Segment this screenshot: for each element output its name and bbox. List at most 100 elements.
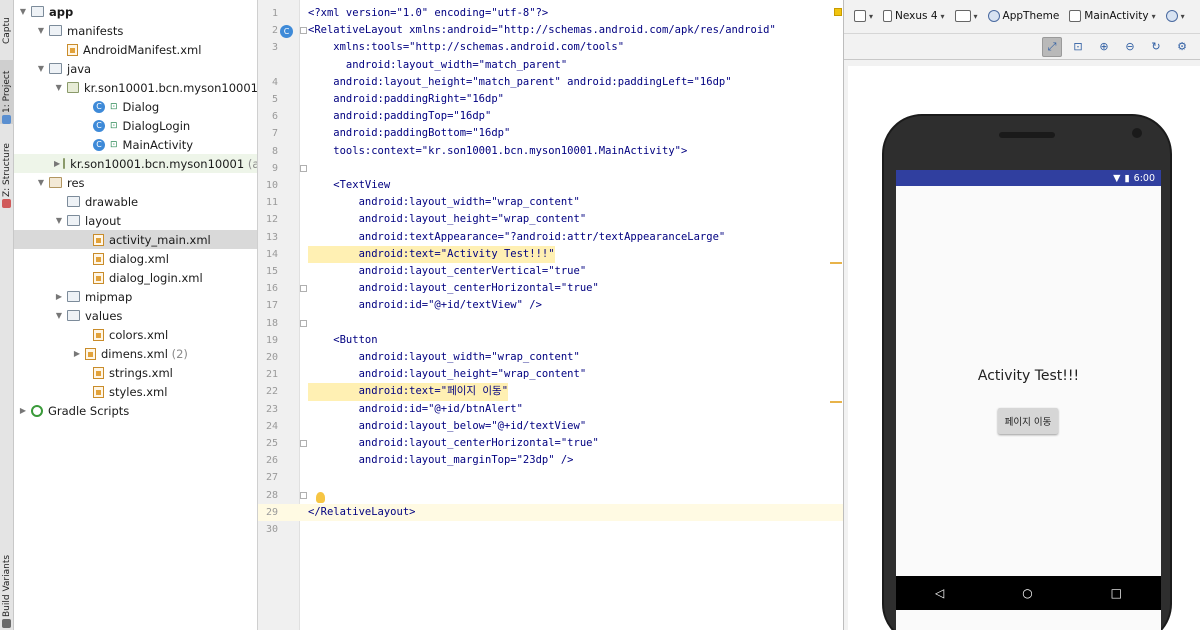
- recents-icon[interactable]: □: [1111, 586, 1122, 600]
- app-text-view[interactable]: Activity Test!!!: [896, 368, 1161, 384]
- lightbulb-icon[interactable]: [316, 492, 325, 503]
- tree-item-app[interactable]: ▼ app: [14, 2, 257, 21]
- warning-stripe-marker[interactable]: [830, 401, 842, 403]
- code-line[interactable]: 26 android:layout_marginTop="23dp" />: [258, 452, 843, 469]
- tree-item-dialoglogin[interactable]: C ⊡ DialogLogin: [14, 116, 257, 135]
- tree-item-gradle-scripts[interactable]: ▶ Gradle Scripts: [14, 401, 257, 420]
- code-line[interactable]: 23 android:id="@+id/btnAlert": [258, 401, 843, 418]
- expanded-arrow-icon[interactable]: ▼: [36, 178, 46, 187]
- code-line[interactable]: 25 android:layout_centerHorizontal="true…: [258, 435, 843, 452]
- locale-dropdown[interactable]: ▾: [1165, 10, 1185, 22]
- tree-item-package[interactable]: ▼ kr.son10001.bcn.myson10001: [14, 78, 257, 97]
- expanded-arrow-icon[interactable]: ▼: [18, 7, 28, 16]
- tree-item-styles[interactable]: styles.xml: [14, 382, 257, 401]
- code-line[interactable]: 10 <TextView: [258, 177, 843, 194]
- code-line[interactable]: 17 android:id="@+id/textView" />: [258, 297, 843, 314]
- code-line[interactable]: android:layout_width="match_parent": [258, 57, 843, 74]
- tree-item-layout[interactable]: ▼ layout: [14, 211, 257, 230]
- expanded-arrow-icon[interactable]: ▼: [54, 216, 64, 225]
- tab-project[interactable]: 1: Project: [0, 60, 14, 124]
- code-line[interactable]: 24 android:layout_below="@+id/textView": [258, 418, 843, 435]
- zoom-fit-icon[interactable]: ⤢: [1042, 36, 1062, 57]
- app-button[interactable]: 페이지 이동: [998, 408, 1058, 434]
- expanded-arrow-icon[interactable]: ▼: [36, 26, 46, 35]
- code-line[interactable]: 8 tools:context="kr.son10001.bcn.myson10…: [258, 143, 843, 160]
- fold-marker-icon[interactable]: [300, 164, 307, 172]
- line-number: 8: [271, 145, 278, 157]
- tree-item-dialog-xml[interactable]: dialog.xml: [14, 249, 257, 268]
- back-icon[interactable]: ◁: [935, 586, 944, 600]
- layout-variants-dropdown[interactable]: ▾: [854, 10, 873, 22]
- activity-dropdown[interactable]: MainActivity ▾: [1069, 10, 1156, 22]
- code-line[interactable]: 30: [258, 521, 843, 538]
- tab-structure[interactable]: Z: Structure: [0, 140, 14, 208]
- code-editor[interactable]: 1 <?xml version="1.0" encoding="utf-8"?> 2…: [258, 0, 843, 630]
- tree-item-manifests[interactable]: ▼ manifests: [14, 21, 257, 40]
- tree-item-drawable[interactable]: drawable: [14, 192, 257, 211]
- fold-marker-icon[interactable]: [300, 27, 307, 35]
- code-line[interactable]: 19 <Button: [258, 332, 843, 349]
- class-gutter-icon[interactable]: C: [280, 25, 293, 38]
- inspection-status-icon[interactable]: [834, 8, 842, 16]
- tree-item-dimens[interactable]: ▶ dimens.xml (2): [14, 344, 257, 363]
- tree-item-res[interactable]: ▼ res: [14, 173, 257, 192]
- collapsed-arrow-icon[interactable]: ▶: [72, 349, 82, 358]
- theme-button[interactable]: AppTheme: [987, 10, 1059, 22]
- tree-item-dialog-login-xml[interactable]: dialog_login.xml: [14, 268, 257, 287]
- code-line[interactable]: 7 android:paddingBottom="16dp": [258, 125, 843, 142]
- code-line[interactable]: 15 android:layout_centerVertical="true": [258, 263, 843, 280]
- tree-item-java[interactable]: ▼ java: [14, 59, 257, 78]
- tab-build-variants[interactable]: Build Variants: [0, 548, 14, 628]
- code-line[interactable]: 12 android:layout_height="wrap_content": [258, 211, 843, 228]
- line-number: 2: [271, 25, 278, 37]
- expanded-arrow-icon[interactable]: ▼: [54, 83, 64, 92]
- fold-marker-icon[interactable]: [300, 319, 307, 327]
- tree-item-values[interactable]: ▼ values: [14, 306, 257, 325]
- code-line[interactable]: 4 android:layout_height="match_parent" a…: [258, 74, 843, 91]
- code-line[interactable]: 21 android:layout_height="wrap_content": [258, 366, 843, 383]
- expanded-arrow-icon[interactable]: ▼: [36, 64, 46, 73]
- tree-item-colors[interactable]: colors.xml: [14, 325, 257, 344]
- tree-item-strings[interactable]: strings.xml: [14, 363, 257, 382]
- orientation-dropdown[interactable]: ▾: [954, 10, 978, 22]
- zoom-in-icon[interactable]: ⊕: [1094, 37, 1114, 57]
- code-line[interactable]: 27: [258, 469, 843, 486]
- tree-item-activity-main[interactable]: activity_main.xml: [14, 230, 257, 249]
- tab-captures-label: Captu: [2, 17, 12, 44]
- code-line[interactable]: 20 android:layout_width="wrap_content": [258, 349, 843, 366]
- zoom-out-icon[interactable]: ⊖: [1120, 37, 1140, 57]
- code-line[interactable]: 22 android:text="페이지 이동": [258, 383, 843, 401]
- tab-captures[interactable]: Captu: [0, 2, 14, 44]
- code-line[interactable]: 9: [258, 160, 843, 177]
- code-line[interactable]: 6 android:paddingTop="16dp": [258, 108, 843, 125]
- fold-marker-icon[interactable]: [300, 491, 307, 499]
- code-line[interactable]: 18: [258, 315, 843, 332]
- tree-item-androidtest-package[interactable]: ▶ kr.son10001.bcn.myson10001 (an: [14, 154, 257, 173]
- code-line[interactable]: 29 </RelativeLayout>: [258, 503, 843, 521]
- fold-marker-icon[interactable]: [300, 440, 307, 447]
- code-line[interactable]: 14 android:text="Activity Test!!!": [258, 245, 843, 263]
- code-line[interactable]: 13 android:textAppearance="?android:attr…: [258, 229, 843, 246]
- code-line[interactable]: 16 android:layout_centerHorizontal="true…: [258, 280, 843, 297]
- refresh-icon[interactable]: ↻: [1146, 37, 1166, 57]
- home-icon[interactable]: ○: [1022, 586, 1032, 600]
- collapsed-arrow-icon[interactable]: ▶: [54, 159, 60, 168]
- tree-item-mainactivity[interactable]: C ⊡ MainActivity: [14, 135, 257, 154]
- code-line[interactable]: 11 android:layout_width="wrap_content": [258, 194, 843, 211]
- zoom-actual-size-icon[interactable]: ⊡: [1068, 37, 1088, 57]
- code-line[interactable]: 1 <?xml version="1.0" encoding="utf-8"?>: [258, 5, 843, 22]
- settings-icon[interactable]: ⚙: [1172, 37, 1192, 57]
- code-line[interactable]: 28: [258, 487, 843, 504]
- code-line[interactable]: 5 android:paddingRight="16dp": [258, 91, 843, 108]
- collapsed-arrow-icon[interactable]: ▶: [54, 292, 64, 301]
- code-line[interactable]: 2 <RelativeLayout xmlns:android="http://s…: [258, 22, 843, 39]
- fold-marker-icon[interactable]: [300, 285, 307, 293]
- warning-stripe-marker[interactable]: [830, 262, 842, 264]
- tree-item-dialog[interactable]: C ⊡ Dialog: [14, 97, 257, 116]
- tree-item-androidmanifest[interactable]: AndroidManifest.xml: [14, 40, 257, 59]
- tree-item-mipmap[interactable]: ▶ mipmap: [14, 287, 257, 306]
- collapsed-arrow-icon[interactable]: ▶: [18, 406, 28, 415]
- device-dropdown[interactable]: Nexus 4 ▾: [883, 10, 945, 22]
- code-line[interactable]: 3 xmlns:tools="http://schemas.android.co…: [258, 39, 843, 56]
- expanded-arrow-icon[interactable]: ▼: [54, 311, 64, 320]
